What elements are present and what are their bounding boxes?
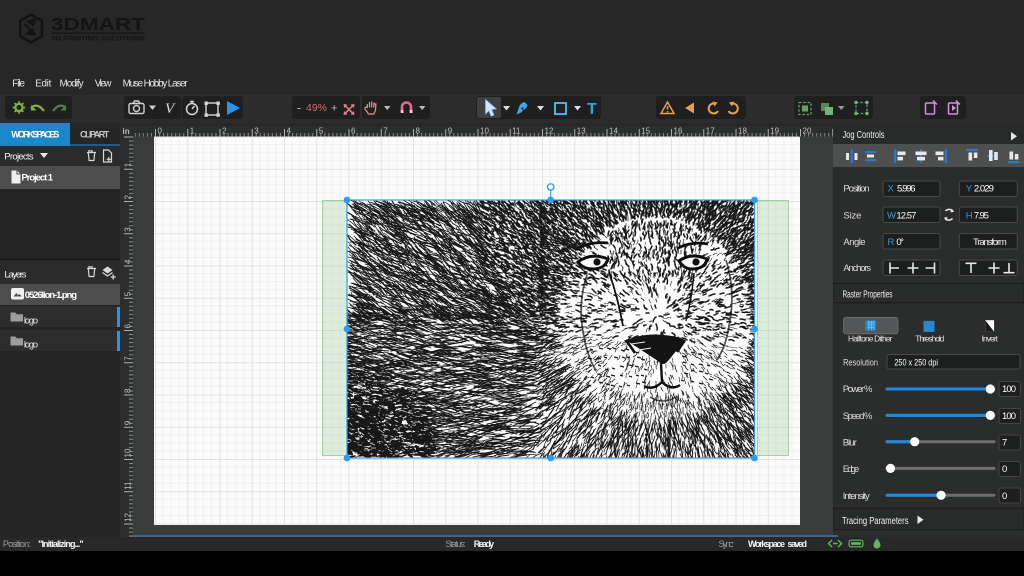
svg-text:X: X	[888, 183, 895, 194]
svg-text:5: 5	[124, 291, 133, 296]
svg-text:8: 8	[416, 127, 421, 136]
svg-text:"Initializing...": "Initializing..."	[38, 539, 84, 549]
svg-text:Sync:: Sync:	[719, 539, 735, 549]
svg-text:9: 9	[124, 420, 133, 425]
svg-text:7: 7	[383, 127, 388, 136]
svg-text:Intensity: Intensity	[843, 491, 870, 502]
svg-text:11: 11	[512, 127, 521, 136]
svg-text:WORKSPACES: WORKSPACES	[11, 130, 59, 140]
svg-text:Edit: Edit	[35, 79, 51, 90]
svg-text:1: 1	[124, 162, 133, 167]
svg-text:5.996: 5.996	[897, 183, 916, 194]
svg-text:Anchors: Anchors	[843, 263, 871, 274]
svg-text:6: 6	[124, 324, 133, 329]
svg-text:2: 2	[124, 195, 133, 200]
svg-text:-: -	[297, 101, 301, 115]
svg-text:saved: saved	[788, 539, 808, 549]
svg-text:13: 13	[577, 127, 586, 136]
svg-text:14: 14	[609, 127, 618, 136]
svg-text:100: 100	[1002, 411, 1016, 422]
svg-text:Muse Hobby Laser: Muse Hobby Laser	[123, 79, 189, 90]
svg-text:Invert: Invert	[982, 333, 999, 343]
svg-text:19: 19	[770, 127, 779, 136]
svg-text:Position: Position	[843, 183, 869, 194]
svg-text:Blur: Blur	[843, 438, 857, 449]
svg-text:logo: logo	[24, 316, 38, 327]
svg-text:in: in	[123, 127, 130, 136]
svg-text:0: 0	[158, 127, 163, 136]
svg-text:15: 15	[641, 127, 650, 136]
svg-text:0: 0	[1002, 491, 1007, 502]
svg-text:Size: Size	[843, 210, 861, 221]
svg-text:Power %: Power %	[843, 384, 873, 395]
svg-text:Resolution: Resolution	[843, 357, 878, 368]
svg-text:10: 10	[480, 127, 489, 136]
svg-text:5: 5	[319, 127, 324, 136]
svg-text:File: File	[12, 79, 25, 90]
svg-text:Workspace: Workspace	[748, 539, 785, 549]
svg-text:0: 0	[1002, 464, 1007, 475]
svg-text:3: 3	[124, 227, 133, 232]
svg-text:1: 1	[190, 127, 195, 136]
svg-text:Projects: Projects	[4, 152, 34, 163]
svg-text:4: 4	[287, 127, 292, 136]
svg-text:11: 11	[124, 481, 133, 490]
svg-text:4: 4	[124, 259, 133, 264]
svg-text:7.95: 7.95	[974, 210, 989, 221]
svg-text:250 x 250 dpi: 250 x 250 dpi	[894, 357, 938, 368]
svg-text:20: 20	[803, 127, 812, 136]
svg-text:3DMART: 3DMART	[51, 14, 145, 34]
svg-text:7: 7	[1002, 438, 1007, 449]
svg-text:Tracing Parameters: Tracing Parameters	[842, 516, 909, 527]
svg-text:8: 8	[124, 388, 133, 393]
svg-text:0°: 0°	[896, 237, 904, 248]
svg-text:Position:: Position:	[3, 539, 31, 549]
svg-text:Modify: Modify	[60, 79, 84, 90]
svg-text:Raster Properties: Raster Properties	[843, 289, 893, 300]
svg-text:10: 10	[124, 448, 133, 457]
svg-text:Jog Controls: Jog Controls	[843, 130, 885, 141]
svg-text:2: 2	[222, 127, 227, 136]
svg-text:18: 18	[738, 127, 747, 136]
svg-text:logo: logo	[24, 340, 38, 351]
svg-text:16: 16	[674, 127, 683, 136]
svg-text:Status:: Status:	[445, 539, 466, 549]
svg-text:View: View	[95, 79, 113, 90]
svg-text:3D PRINTING SOLUTIONS: 3D PRINTING SOLUTIONS	[51, 36, 145, 43]
svg-text:CLIPART: CLIPART	[80, 130, 110, 140]
svg-text:0526lion-1.png: 0526lion-1.png	[25, 290, 77, 301]
svg-text:9: 9	[448, 127, 453, 136]
svg-text:Speed %: Speed %	[843, 411, 873, 422]
svg-text:Angle: Angle	[843, 237, 865, 248]
svg-text:17: 17	[706, 127, 715, 136]
svg-text:7: 7	[124, 356, 133, 361]
svg-text:Threshold: Threshold	[915, 333, 944, 343]
svg-text:Halftone Dither: Halftone Dither	[848, 333, 893, 343]
svg-text:12: 12	[545, 127, 554, 136]
svg-text:R: R	[888, 237, 895, 248]
svg-text:3: 3	[254, 127, 259, 136]
svg-text:49%: 49%	[306, 102, 327, 114]
svg-text:H: H	[966, 210, 973, 221]
svg-text:2.029: 2.029	[974, 183, 994, 194]
svg-text:W: W	[887, 210, 896, 221]
svg-text:12.57: 12.57	[896, 210, 916, 221]
svg-text:T: T	[587, 101, 597, 118]
svg-text:Layers: Layers	[4, 270, 26, 281]
svg-text:Y: Y	[966, 183, 973, 194]
svg-text:6: 6	[351, 127, 356, 136]
svg-text:Transform: Transform	[973, 237, 1007, 248]
svg-text:Project 1: Project 1	[21, 173, 53, 184]
svg-text:+: +	[331, 103, 337, 115]
svg-text:Edge: Edge	[843, 464, 860, 475]
svg-text:12: 12	[124, 513, 133, 522]
svg-text:Ready: Ready	[474, 539, 495, 549]
svg-text:100: 100	[1002, 384, 1016, 395]
